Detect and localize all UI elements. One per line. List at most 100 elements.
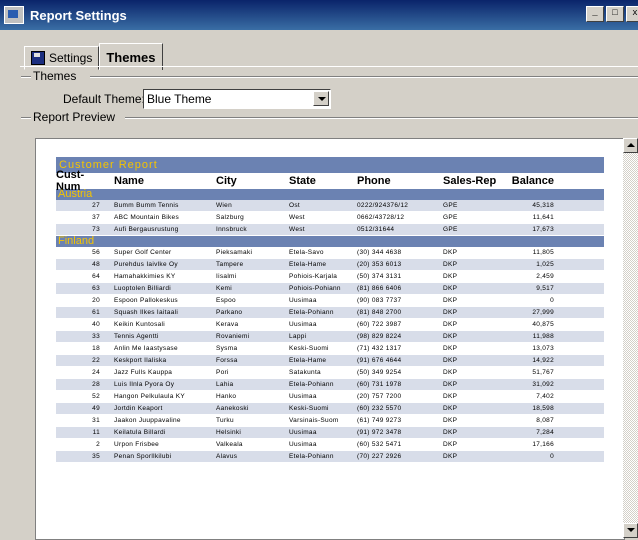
maximize-button[interactable]: □ bbox=[606, 6, 624, 22]
table-cell: Parkano bbox=[216, 309, 243, 316]
table-cell: Etela-Hame bbox=[289, 261, 327, 268]
table-cell: Pori bbox=[216, 369, 229, 376]
table-cell: Uusimaa bbox=[289, 321, 317, 328]
table-cell: DKP bbox=[443, 321, 458, 328]
table-cell: 40 bbox=[92, 321, 100, 328]
table-cell: Jazz Fulls Kauppa bbox=[114, 369, 173, 376]
table-cell: DKP bbox=[443, 285, 458, 292]
table-cell: 11,988 bbox=[532, 333, 554, 340]
table-cell: (61) 749 9273 bbox=[357, 417, 402, 424]
table-cell: Aanekoski bbox=[216, 405, 249, 412]
save-icon bbox=[31, 51, 45, 65]
minimize-button[interactable]: _ bbox=[586, 6, 604, 22]
table-cell: DKP bbox=[443, 297, 458, 304]
table-row: 49 Jortdin Keaport Aanekoski Keski-Suomi (60… bbox=[56, 403, 604, 415]
table-row: 35 Penan Sporllkilubi Alavus Etela-Pohiann (… bbox=[56, 451, 604, 463]
table-cell: Purehdus Iaivlke Oy bbox=[114, 261, 178, 268]
chevron-down-icon[interactable] bbox=[313, 91, 329, 106]
table-cell: Squash Ilkes Iaitaali bbox=[114, 309, 179, 316]
table-cell: GPE bbox=[443, 202, 458, 209]
table-cell: Satakunta bbox=[289, 369, 321, 376]
table-cell: Hamahakkimies KY bbox=[114, 273, 176, 280]
table-cell: (50) 349 9254 bbox=[357, 369, 402, 376]
table-row: 40 Keikin Kuntosali Kerava Uusimaa (60) 722 … bbox=[56, 319, 604, 331]
table-cell: Aufi Bergausrustung bbox=[114, 226, 179, 233]
table-cell: DKP bbox=[443, 381, 458, 388]
table-cell: Uusimaa bbox=[289, 297, 317, 304]
title-bar: Report Settings _ □ x bbox=[0, 0, 638, 30]
table-cell: Pohiois-Karjala bbox=[289, 273, 338, 280]
table-cell: DKP bbox=[443, 273, 458, 280]
table-cell: 7,402 bbox=[536, 393, 554, 400]
default-theme-value: Blue Theme bbox=[147, 92, 212, 106]
default-theme-select[interactable]: Blue Theme bbox=[143, 89, 331, 109]
table-cell: DKP bbox=[443, 249, 458, 256]
table-row: 64 Hamahakkimies KY Iisalmi Pohiois-Karjala… bbox=[56, 271, 604, 283]
table-cell: 48 bbox=[92, 261, 100, 268]
table-cell: Urpon Frisbee bbox=[114, 441, 160, 448]
table-cell: 13,073 bbox=[532, 345, 554, 352]
table-cell: DKP bbox=[443, 405, 458, 412]
table-cell: DKP bbox=[443, 369, 458, 376]
scroll-down-icon[interactable] bbox=[623, 523, 638, 538]
table-row: 27 Bumm Bumm Tennis Wien Ost 0222/924376/12 G… bbox=[56, 200, 604, 212]
report-header-row: Cust-Num Name City State Phone Sales-Rep… bbox=[56, 169, 604, 193]
table-cell: 11,641 bbox=[532, 214, 554, 221]
table-cell: Lahia bbox=[216, 381, 234, 388]
table-cell: (60) 532 5471 bbox=[357, 441, 402, 448]
table-cell: (81) 848 2700 bbox=[357, 309, 402, 316]
table-cell: DKP bbox=[443, 453, 458, 460]
table-cell: Pieksamaki bbox=[216, 249, 253, 256]
table-cell: Iisalmi bbox=[216, 273, 237, 280]
table-cell: 73 bbox=[92, 226, 100, 233]
table-row: 37 ABC Mountain Bikes Salzburg West 0662/437… bbox=[56, 212, 604, 224]
table-cell: Etela-Hame bbox=[289, 357, 327, 364]
table-cell: 51,767 bbox=[532, 369, 554, 376]
table-cell: Uusimaa bbox=[289, 441, 317, 448]
scroll-up-icon[interactable] bbox=[623, 138, 638, 153]
table-cell: 27 bbox=[92, 202, 100, 209]
table-cell: 40,875 bbox=[532, 321, 554, 328]
table-cell: GPE bbox=[443, 214, 458, 221]
report-preview: Customer Report Cust-Num Name City State… bbox=[35, 138, 625, 540]
table-row: 48 Purehdus Iaivlke Oy Tampere Etela-Hame (2… bbox=[56, 259, 604, 271]
table-row: 33 Tennis Agentti Rovaniemi Lappi (98) 829 8… bbox=[56, 331, 604, 343]
table-cell: 64 bbox=[92, 273, 100, 280]
table-cell: (60) 722 3987 bbox=[357, 321, 402, 328]
table-cell: 0662/43728/12 bbox=[357, 214, 405, 221]
table-cell: Alavus bbox=[216, 453, 238, 460]
table-cell: DKP bbox=[443, 441, 458, 448]
vertical-scrollbar[interactable] bbox=[623, 138, 638, 538]
table-cell: Sysma bbox=[216, 345, 238, 352]
table-cell: 49 bbox=[92, 405, 100, 412]
themes-group-rule-left bbox=[21, 76, 31, 78]
close-button[interactable]: x bbox=[626, 6, 638, 22]
table-cell: West bbox=[289, 214, 305, 221]
table-row: 52 Hangon Pelkulaula KY Hanko Uusimaa (20) 7… bbox=[56, 391, 604, 403]
tab-panel-border bbox=[20, 66, 638, 67]
table-cell: Uusimaa bbox=[289, 393, 317, 400]
table-cell: 17,673 bbox=[532, 226, 554, 233]
table-cell: 18,598 bbox=[532, 405, 554, 412]
table-cell: DKP bbox=[443, 357, 458, 364]
table-row: 11 Keilatula Billardi Helsinki Uusimaa (91) … bbox=[56, 427, 604, 439]
column-header: Name bbox=[114, 175, 144, 187]
table-cell: (60) 232 5570 bbox=[357, 405, 402, 412]
column-header: Sales-Rep bbox=[443, 175, 497, 187]
table-cell: 18 bbox=[92, 345, 100, 352]
table-cell: (20) 757 7200 bbox=[357, 393, 402, 400]
table-cell: Espoo bbox=[216, 297, 236, 304]
themes-group-label: Themes bbox=[33, 69, 77, 83]
table-cell: GPE bbox=[443, 226, 458, 233]
table-cell: Jortdin Keaport bbox=[114, 405, 163, 412]
table-cell: (71) 432 1317 bbox=[357, 345, 402, 352]
table-cell: DKP bbox=[443, 345, 458, 352]
table-cell: Keilatula Billardi bbox=[114, 429, 166, 436]
table-cell: 11,805 bbox=[532, 249, 554, 256]
table-cell: 33 bbox=[92, 333, 100, 340]
report-group-header: Austria bbox=[56, 189, 604, 200]
tab-settings-label: Settings bbox=[49, 51, 93, 65]
table-cell: Keskport Ilaliska bbox=[114, 357, 167, 364]
table-cell: 0 bbox=[550, 297, 554, 304]
table-cell: (91) 676 4644 bbox=[357, 357, 402, 364]
